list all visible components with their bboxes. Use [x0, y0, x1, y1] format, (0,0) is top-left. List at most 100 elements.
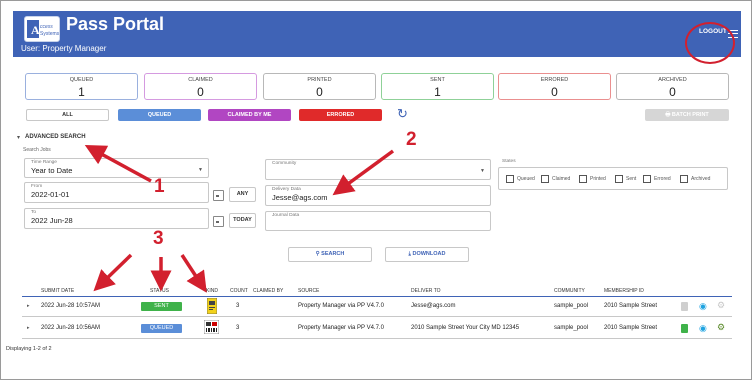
field-label: Delivery Data [272, 187, 301, 192]
column-header-deliver-to[interactable]: DELIVER TO [411, 288, 441, 294]
expand-row-icon[interactable]: ▸ [27, 303, 30, 309]
card-label: ERRORED [540, 77, 569, 83]
count-cell: 3 [236, 303, 240, 309]
today-button[interactable]: TODAY [229, 213, 256, 228]
annotation-number-1: 1 [154, 176, 165, 197]
card-label: QUEUED [69, 77, 94, 83]
calendar-icon[interactable] [213, 216, 224, 227]
card-sent[interactable]: SENT 1 [381, 73, 494, 100]
from-date-field[interactable]: From 2022-01-01 [24, 182, 209, 203]
checkbox-queued[interactable] [506, 175, 514, 183]
to-date-field[interactable]: To 2022 Jun-28 [24, 208, 209, 229]
column-header-claimed-by[interactable]: CLAIMED BY [253, 288, 283, 294]
search-jobs-label: Search Jobs [23, 147, 51, 153]
field-value: 2022-01-01 [31, 190, 70, 199]
filter-errored-button[interactable]: ERRORED [299, 109, 382, 121]
search-icon: ⚲ [315, 251, 320, 257]
calendar-icon[interactable] [213, 190, 224, 201]
dropdown-arrow-icon: ▼ [480, 168, 485, 174]
checkbox-printed[interactable] [579, 175, 587, 183]
checkbox-label: Printed [590, 176, 606, 182]
community-cell: sample_pool [554, 303, 589, 309]
card-claimed[interactable]: CLAIMED 0 [144, 73, 257, 100]
top-app-bar: A ccess Systems Pass Portal User: Proper… [13, 11, 741, 57]
app-title: Pass Portal [66, 14, 165, 34]
search-button[interactable]: ⚲ SEARCH [288, 247, 372, 262]
checkbox-label: Sent [626, 176, 637, 182]
filter-queued-button[interactable]: QUEUED [118, 109, 201, 121]
journal-data-input[interactable]: Journal Data [265, 211, 491, 231]
deliver-to-cell: 2010 Sample Street Your City MD 12345 [411, 325, 520, 331]
card-label: SENT [430, 77, 445, 83]
filter-claimed-by-me-button[interactable]: CLAIMED BY ME [208, 109, 291, 121]
source-cell: Property Manager via PP V4.7.0 [298, 303, 384, 309]
checkbox-errored[interactable] [643, 175, 651, 183]
card-label: CLAIMED [188, 77, 213, 83]
column-header-count[interactable]: COUNT [230, 288, 248, 294]
card-queued[interactable]: QUEUED 1 [25, 73, 138, 100]
view-eye-icon[interactable]: ◉ [699, 302, 707, 311]
advanced-search-toggle[interactable]: ADVANCED SEARCH [25, 134, 86, 140]
checkbox-label: Queued [517, 176, 535, 182]
clipboard-icon[interactable] [681, 302, 688, 311]
count-cell: 3 [236, 325, 240, 331]
states-label: States [502, 159, 516, 164]
collapse-caret-icon[interactable]: ▾ [17, 134, 20, 141]
refresh-icon[interactable]: ↻ [397, 107, 409, 121]
card-errored[interactable]: ERRORED 0 [498, 73, 611, 100]
svg-text:A: A [31, 23, 40, 37]
deliver-to-cell: Jesse@ags.com [411, 303, 456, 309]
states-checkbox-group: Queued Claimed Printed Sent Errored Arch… [498, 167, 728, 190]
card-value: 1 [434, 85, 441, 99]
time-range-select[interactable]: Time Range Year to Date ▼ [24, 158, 209, 178]
settings-gear-icon[interactable]: ⚙ [717, 323, 725, 332]
checkbox-label: Archived [691, 176, 711, 182]
community-select[interactable]: Community ▼ [265, 159, 491, 180]
checkbox-label: Errored [654, 176, 671, 182]
header-divider [22, 296, 732, 297]
submit-date-cell: 2022 Jun-28 10:57AM [41, 303, 101, 309]
download-button[interactable]: ⤓ DOWNLOAD [385, 247, 469, 262]
column-header-kind[interactable]: KIND [206, 288, 218, 294]
batch-print-button[interactable]: 🖶 BATCH PRINT [645, 109, 729, 121]
card-label: ARCHIVED [658, 77, 687, 83]
batch-print-label: BATCH PRINT [671, 112, 709, 118]
column-header-status[interactable]: STATUS [150, 288, 169, 294]
delivery-data-input[interactable]: Delivery Data Jesse@ags.com [265, 185, 491, 206]
view-eye-icon[interactable]: ◉ [699, 324, 707, 333]
expand-row-icon[interactable]: ▸ [27, 325, 30, 331]
field-label: Journal Data [272, 213, 300, 218]
column-header-submit-date[interactable]: SUBMIT DATE [41, 288, 74, 294]
community-cell: sample_pool [554, 325, 589, 331]
column-header-source[interactable]: SOURCE [298, 288, 319, 294]
field-label: To [31, 210, 37, 215]
card-archived[interactable]: ARCHIVED 0 [616, 73, 729, 100]
checkbox-archived[interactable] [680, 175, 688, 183]
annotation-number-2: 2 [406, 129, 417, 150]
pagination-summary: Displaying 1-2 of 2 [6, 346, 52, 352]
svg-text:ccess: ccess [40, 24, 53, 30]
dropdown-arrow-icon: ▼ [198, 167, 203, 173]
card-printed[interactable]: PRINTED 0 [263, 73, 376, 100]
membership-id-cell: 2010 Sample Street [604, 325, 658, 331]
column-header-membership-id[interactable]: MEMBERSHIP ID [604, 288, 644, 294]
submit-date-cell: 2022 Jun-28 10:56AM [41, 325, 101, 331]
field-value: 2022 Jun-28 [31, 216, 73, 225]
card-value: 0 [316, 85, 323, 99]
search-label: SEARCH [321, 251, 345, 257]
any-button[interactable]: ANY [229, 187, 256, 202]
card-value: 0 [551, 85, 558, 99]
membership-id-cell: 2010 Sample Street [604, 303, 658, 309]
field-value: Jesse@ags.com [272, 193, 328, 202]
field-label: Time Range [31, 160, 57, 165]
checkbox-sent[interactable] [615, 175, 623, 183]
row-divider [22, 316, 732, 317]
filter-all-button[interactable]: ALL [26, 109, 109, 121]
clipboard-icon[interactable] [681, 324, 688, 333]
checkbox-claimed[interactable] [541, 175, 549, 183]
card-value: 0 [197, 85, 204, 99]
printer-icon: 🖶 [665, 112, 671, 118]
app-logo: A ccess Systems [24, 16, 60, 42]
column-header-community[interactable]: COMMUNITY [554, 288, 585, 294]
settings-gear-icon[interactable]: ⚙ [717, 301, 725, 310]
